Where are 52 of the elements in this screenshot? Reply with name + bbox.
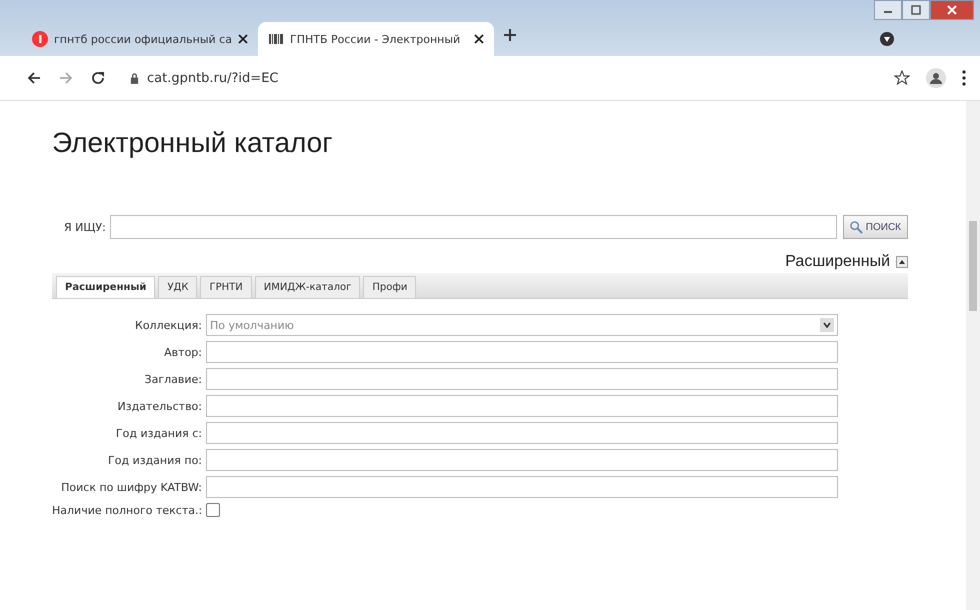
input-field[interactable]	[206, 476, 838, 498]
close-icon[interactable]	[238, 34, 248, 44]
close-icon[interactable]	[474, 34, 484, 44]
tab-title: гпнтб россии официальный са	[54, 32, 232, 46]
advanced-search-label: Расширенный	[785, 253, 890, 271]
input-field[interactable]	[206, 368, 838, 390]
reload-icon[interactable]	[90, 70, 106, 86]
search-icon	[850, 220, 863, 234]
maximize-button[interactable]	[902, 0, 930, 20]
checkbox[interactable]	[206, 503, 220, 517]
field-label: Автор:	[163, 346, 202, 358]
tab[interactable]: УДК	[158, 276, 198, 298]
close-button[interactable]	[930, 0, 974, 20]
field-label: Поиск по шифру KATBW:	[60, 480, 202, 494]
close-icon	[947, 5, 957, 15]
tab[interactable]: Расширенный	[56, 276, 156, 298]
lock-icon	[130, 72, 139, 84]
barcode-icon	[268, 31, 284, 47]
search-button[interactable]: ПОИСК	[842, 215, 908, 239]
field-label: Год издания по:	[107, 454, 202, 466]
browser-tab[interactable]: ГПНТБ России - Электронный	[258, 22, 494, 56]
field-label: Коллекция:	[134, 318, 202, 332]
collapse-icon[interactable]	[896, 256, 908, 268]
menu-icon[interactable]	[962, 70, 966, 86]
tab[interactable]: Профи	[363, 276, 416, 298]
url-text: cat.gpntb.ru/?id=EC	[147, 70, 278, 86]
minimize-button[interactable]	[874, 0, 902, 20]
star-icon[interactable]	[894, 70, 910, 86]
page-title: Электронный каталог	[52, 127, 334, 159]
back-icon[interactable]	[26, 70, 42, 86]
scrollbar[interactable]	[966, 101, 980, 610]
tab[interactable]: ГРНТИ	[200, 276, 252, 298]
tab-title: ГПНТБ России - Электронный	[290, 32, 462, 46]
field-label: Год издания с:	[114, 426, 202, 440]
input-field[interactable]	[206, 449, 838, 471]
browser-tab[interactable]: гпнтб россии официальный са	[22, 22, 258, 56]
collection-dropdown[interactable]: По умолчанию	[206, 314, 838, 336]
input-field[interactable]	[206, 422, 838, 444]
letter-circle-icon	[32, 31, 48, 47]
field-label: Наличие полного текста.:	[52, 504, 202, 516]
input-field[interactable]	[206, 395, 838, 417]
tab[interactable]: ИМИДЖ-каталог	[254, 276, 360, 298]
field-label: Издательство:	[116, 400, 202, 412]
search-label: Я ИЩУ:	[64, 220, 106, 234]
maximize-icon	[911, 5, 921, 15]
address-bar[interactable]: cat.gpntb.ru/?id=EC	[122, 66, 878, 90]
input-field[interactable]	[206, 341, 838, 363]
new-tab-icon[interactable]	[504, 29, 516, 41]
field-label: Заглавие:	[144, 372, 202, 386]
account-icon[interactable]	[926, 68, 946, 88]
shield-icon[interactable]	[880, 32, 894, 46]
search-field[interactable]	[110, 215, 837, 239]
